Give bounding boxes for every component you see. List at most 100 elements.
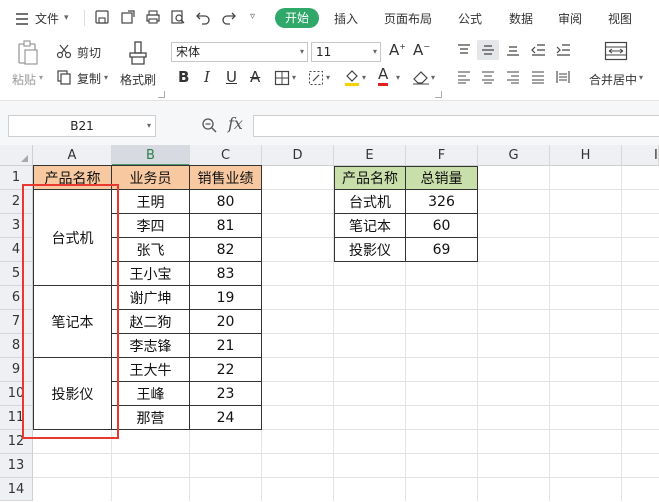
justify-icon[interactable] (531, 70, 545, 87)
chevron-down-icon[interactable]: ▾ (104, 73, 108, 82)
table-cell[interactable]: 83 (190, 262, 262, 286)
cut-button[interactable]: 剪切 (77, 44, 101, 61)
save-icon[interactable] (94, 9, 110, 25)
scissors-icon[interactable] (56, 43, 72, 62)
column-header-e[interactable]: E (334, 145, 406, 166)
chevron-down-icon[interactable]: ▾ (326, 73, 330, 82)
decrease-font-icon[interactable]: A− (413, 41, 430, 59)
table-header-cell[interactable]: 业务员 (112, 166, 190, 190)
row-header[interactable]: 14 (0, 478, 33, 501)
align-right-icon[interactable] (506, 70, 520, 87)
decrease-indent-icon[interactable] (531, 43, 545, 60)
summary-cell[interactable]: 笔记本 (334, 214, 406, 238)
column-header-c[interactable]: C (190, 145, 262, 166)
distribute-icon[interactable] (556, 70, 570, 87)
table-cell[interactable]: 22 (190, 358, 262, 382)
select-all-corner[interactable] (0, 145, 33, 166)
summary-header-cell[interactable]: 产品名称 (334, 166, 406, 190)
summary-cell[interactable]: 台式机 (334, 190, 406, 214)
format-painter-button[interactable]: 格式刷 (120, 71, 156, 88)
table-cell[interactable]: 王大牛 (112, 358, 190, 382)
summary-header-cell[interactable]: 总销量 (406, 166, 478, 190)
name-box[interactable]: B21 ▾ (8, 115, 156, 137)
table-cell[interactable]: 赵二狗 (112, 310, 190, 334)
table-cell[interactable]: 王明 (112, 190, 190, 214)
merge-center-button[interactable]: 合并居中 (589, 71, 637, 88)
chevron-down-icon[interactable]: ▾ (292, 73, 296, 82)
column-header-i[interactable]: I (622, 145, 659, 166)
table-cell[interactable]: 20 (190, 310, 262, 334)
strikethrough-icon[interactable]: A (250, 68, 260, 86)
summary-cell[interactable]: 326 (406, 190, 478, 214)
border-icon[interactable] (274, 70, 290, 89)
bold-icon[interactable]: B (178, 68, 189, 86)
column-header-f[interactable]: F (406, 145, 478, 166)
table-cell[interactable]: 王小宝 (112, 262, 190, 286)
paste-label[interactable]: 粘贴 (12, 71, 36, 88)
table-cell[interactable]: 谢广坤 (112, 286, 190, 310)
table-cell[interactable]: 李志锋 (112, 334, 190, 358)
column-header-d[interactable]: D (262, 145, 334, 166)
table-cell[interactable]: 王峰 (112, 382, 190, 406)
font-size-select[interactable]: 11 ▾ (311, 42, 381, 62)
align-middle-icon[interactable] (481, 43, 495, 60)
chevron-down-icon[interactable]: ▾ (639, 73, 643, 82)
menu-file[interactable]: 文件 (35, 10, 59, 27)
customize-quick-access-icon[interactable]: ▿ (250, 11, 255, 22)
align-center-icon[interactable] (481, 70, 495, 87)
font-color-icon[interactable]: A (378, 66, 389, 86)
chevron-down-icon[interactable]: ▾ (39, 73, 43, 82)
align-bottom-icon[interactable] (506, 43, 520, 60)
tab-review[interactable]: 审阅 (558, 10, 582, 27)
table-cell[interactable]: 80 (190, 190, 262, 214)
tab-formula[interactable]: 公式 (458, 10, 482, 27)
fill-pattern-icon[interactable] (308, 70, 324, 89)
tab-page-layout[interactable]: 页面布局 (384, 10, 432, 27)
tab-view[interactable]: 视图 (608, 10, 632, 27)
hamburger-icon[interactable] (14, 11, 30, 27)
chevron-down-icon[interactable]: ▾ (396, 73, 400, 82)
column-header-g[interactable]: G (478, 145, 550, 166)
tab-insert[interactable]: 插入 (334, 10, 358, 27)
table-cell[interactable]: 81 (190, 214, 262, 238)
group-launcher-icon[interactable] (435, 91, 442, 98)
column-header-a[interactable]: A (33, 145, 112, 166)
increase-indent-icon[interactable] (556, 43, 570, 60)
tab-start[interactable]: 开始 (275, 8, 319, 28)
row-header[interactable]: 13 (0, 454, 33, 478)
chevron-down-icon[interactable]: ▾ (362, 73, 366, 82)
print-icon[interactable] (145, 9, 161, 25)
merge-center-icon[interactable] (604, 40, 628, 65)
summary-cell[interactable]: 69 (406, 238, 478, 262)
summary-cell[interactable]: 投影仪 (334, 238, 406, 262)
underline-icon[interactable]: U (226, 68, 237, 86)
align-left-icon[interactable] (457, 70, 471, 87)
font-name-select[interactable]: 宋体 ▾ (171, 42, 308, 62)
formula-input[interactable] (253, 115, 659, 137)
align-top-icon[interactable] (457, 43, 471, 60)
group-launcher-icon[interactable] (158, 91, 165, 98)
column-header-h[interactable]: H (550, 145, 622, 166)
fx-icon[interactable]: fx (228, 114, 243, 133)
table-cell[interactable]: 82 (190, 238, 262, 262)
table-cell[interactable]: 那营 (112, 406, 190, 430)
copy-button[interactable]: 复制 (77, 70, 101, 87)
table-cell[interactable]: 李四 (112, 214, 190, 238)
paste-icon[interactable] (16, 40, 40, 69)
zoom-icon[interactable] (201, 117, 217, 136)
spreadsheet-grid[interactable]: A B C D E F G H I 1 2 3 4 5 6 7 8 9 10 1… (0, 145, 659, 501)
chevron-down-icon[interactable]: ▾ (431, 73, 435, 82)
summary-cell[interactable]: 60 (406, 214, 478, 238)
print-preview-icon[interactable] (170, 9, 186, 25)
copy-icon[interactable] (56, 69, 72, 88)
column-header-b[interactable]: B (112, 145, 190, 166)
table-cell[interactable]: 23 (190, 382, 262, 406)
chevron-down-icon[interactable]: ▾ (64, 13, 69, 23)
undo-icon[interactable] (195, 9, 211, 25)
table-cell[interactable]: 24 (190, 406, 262, 430)
table-cell[interactable]: 19 (190, 286, 262, 310)
format-painter-icon[interactable] (127, 40, 149, 69)
tab-data[interactable]: 数据 (509, 10, 533, 27)
italic-icon[interactable]: I (204, 68, 210, 86)
redo-icon[interactable] (221, 9, 237, 25)
